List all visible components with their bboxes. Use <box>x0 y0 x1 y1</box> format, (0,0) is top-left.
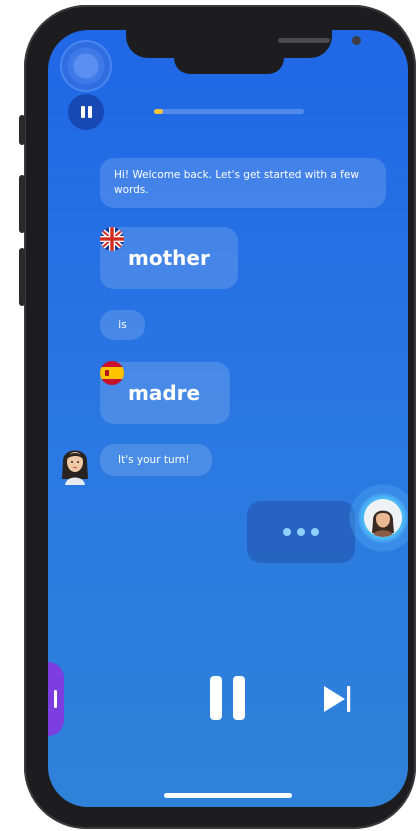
phone-mute-switch <box>19 115 25 145</box>
phone-volume-down <box>19 248 25 306</box>
tutor-voice-orb <box>62 42 110 90</box>
pause-icon-bar-left <box>80 106 85 118</box>
phone-volume-up <box>19 175 25 233</box>
typing-dot <box>297 528 305 536</box>
target-word: madre <box>128 381 201 405</box>
typing-dot <box>311 528 319 536</box>
app-screen: Hi! Welcome back. Let's get started with… <box>48 30 408 807</box>
skip-forward-icon <box>324 686 345 712</box>
mini-pause-button[interactable] <box>68 94 104 130</box>
home-indicator[interactable] <box>164 793 292 798</box>
lesson-progress-fill <box>154 109 163 114</box>
pause-icon-bar-right <box>87 106 92 118</box>
tutor-prompt-message: It's your turn! <box>100 444 212 476</box>
phone-notch-lower <box>174 58 284 74</box>
skip-forward-button[interactable] <box>320 682 354 716</box>
lesson-progress-bar <box>154 109 304 114</box>
pause-icon-bar-right <box>233 676 245 720</box>
main-pause-button[interactable] <box>210 676 246 722</box>
typing-dot <box>283 528 291 536</box>
user-avatar-image <box>364 499 402 537</box>
skip-forward-icon-bar <box>347 686 351 712</box>
tutor-greeting-message: Hi! Welcome back. Let's get started with… <box>100 158 386 208</box>
source-word: mother <box>128 246 210 270</box>
spain-flag-icon <box>100 361 124 385</box>
uk-flag-icon <box>100 227 124 251</box>
earpiece-speaker <box>278 38 330 43</box>
typing-indicator-bubble <box>247 501 355 563</box>
drawer-handle <box>54 690 57 708</box>
phone-notch <box>126 30 361 58</box>
connector-bubble: is <box>100 310 145 340</box>
pause-icon-bar-left <box>210 676 222 720</box>
tutor-avatar <box>62 450 88 485</box>
side-drawer-tab[interactable] <box>48 662 64 736</box>
front-camera <box>352 36 361 45</box>
user-avatar[interactable] <box>364 499 402 537</box>
